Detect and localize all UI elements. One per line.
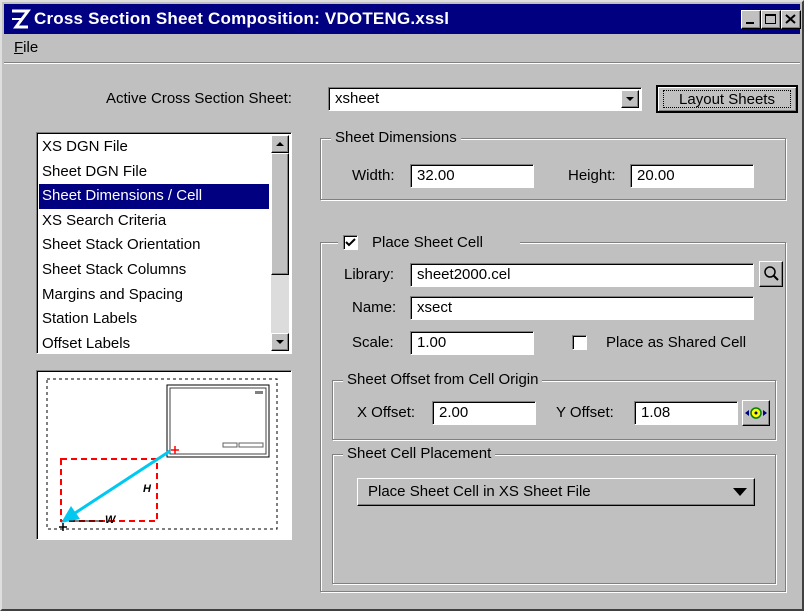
name-label: Name: (352, 299, 397, 316)
library-browse-button[interactable] (759, 261, 783, 287)
list-item[interactable]: XS Search Criteria (39, 209, 269, 234)
category-list-items: XS DGN File Sheet DGN File Sheet Dimension… (39, 135, 269, 356)
scroll-up-button[interactable] (271, 135, 289, 153)
close-icon (785, 14, 796, 24)
library-input[interactable]: sheet2000.cel (410, 263, 754, 287)
scroll-down-button[interactable] (271, 333, 289, 351)
list-scrollbar[interactable] (271, 135, 289, 351)
offset-arrowhead (61, 506, 80, 523)
active-sheet-select[interactable]: xsheet (328, 87, 642, 111)
chevron-up-icon (276, 142, 284, 146)
height-label: Height: (568, 167, 616, 184)
list-item[interactable]: XS DGN File (39, 135, 269, 160)
title-bar[interactable]: Cross Section Sheet Composition: VDOTENG… (4, 4, 801, 34)
sheet-cell-placement-title: Sheet Cell Placement (343, 445, 496, 462)
height-input[interactable]: 20.00 (630, 164, 754, 188)
name-input[interactable]: xsect (410, 296, 754, 320)
active-sheet-dropdown-button[interactable] (621, 90, 639, 108)
sheet-cell-placement-group: Sheet Cell Placement (332, 445, 776, 584)
scale-label: Scale: (352, 334, 394, 351)
layout-sheets-button[interactable]: Layout Sheets (656, 85, 798, 113)
minimize-icon (746, 22, 754, 24)
dropdown-arrow-icon (733, 488, 747, 496)
list-item[interactable]: Margins and Spacing (39, 283, 269, 308)
y-offset-input[interactable]: 1.08 (634, 401, 738, 425)
library-label: Library: (344, 266, 395, 283)
shared-cell-checkbox[interactable] (572, 335, 587, 350)
preview-cell-mark (255, 391, 263, 394)
sheet-origin-marker (59, 523, 67, 531)
maximize-icon (765, 14, 776, 24)
list-item[interactable]: Station Labels (39, 307, 269, 332)
offset-arrow (68, 449, 171, 519)
menu-bar: File (4, 36, 800, 60)
list-item[interactable]: Sheet Dimensions / Cell (39, 184, 269, 209)
x-offset-label: X Offset: (357, 404, 416, 421)
list-item[interactable]: Sheet DGN File (39, 160, 269, 185)
menu-divider (4, 62, 800, 64)
width-input[interactable]: 32.00 (410, 164, 534, 188)
place-sheet-cell-checkbox[interactable] (343, 235, 358, 250)
category-list[interactable]: XS DGN File Sheet DGN File Sheet Dimension… (36, 132, 292, 354)
sheet-offset-title: Sheet Offset from Cell Origin (343, 371, 543, 388)
preview-w-label: W (105, 514, 117, 526)
scale-input[interactable]: 1.00 (410, 331, 534, 355)
active-sheet-label: Active Cross Section Sheet: (106, 90, 292, 107)
sheet-dimensions-title: Sheet Dimensions (331, 129, 461, 146)
crosshair-target-icon (745, 407, 767, 419)
placement-value: Place Sheet Cell in XS Sheet File (368, 483, 591, 500)
close-button[interactable] (781, 10, 801, 29)
placement-dropdown[interactable]: Place Sheet Cell in XS Sheet File (357, 478, 755, 506)
checkmark-icon (345, 238, 356, 247)
x-offset-input[interactable]: 2.00 (432, 401, 536, 425)
sheet-preview: H W (36, 370, 292, 540)
place-sheet-cell-label: Place Sheet Cell (372, 234, 483, 251)
sheet-preview-diagram: H W (46, 378, 278, 531)
shared-cell-label: Place as Shared Cell (606, 334, 747, 351)
menu-file[interactable]: File (14, 39, 38, 56)
y-offset-label: Y Offset: (556, 404, 614, 421)
list-item[interactable]: Offset Labels (39, 332, 269, 357)
scroll-thumb[interactable] (271, 153, 289, 275)
search-icon (764, 266, 779, 281)
window-title: Cross Section Sheet Composition: VDOTENG… (34, 9, 450, 28)
preview-h-label: H (143, 483, 152, 495)
chevron-down-icon (626, 97, 634, 101)
place-sheet-cell-header: Place Sheet Cell (338, 232, 520, 254)
main-window: Cross Section Sheet Composition: VDOTENG… (0, 0, 804, 611)
maximize-button[interactable] (761, 10, 781, 29)
minimize-button[interactable] (741, 10, 761, 29)
chevron-down-icon (276, 340, 284, 344)
pick-offset-button[interactable] (742, 400, 770, 426)
list-item[interactable]: Sheet Stack Orientation (39, 233, 269, 258)
preview-cell (166, 384, 270, 458)
list-item[interactable]: Sheet Stack Columns (39, 258, 269, 283)
width-label: Width: (352, 167, 395, 184)
app-logo-icon (12, 9, 31, 29)
